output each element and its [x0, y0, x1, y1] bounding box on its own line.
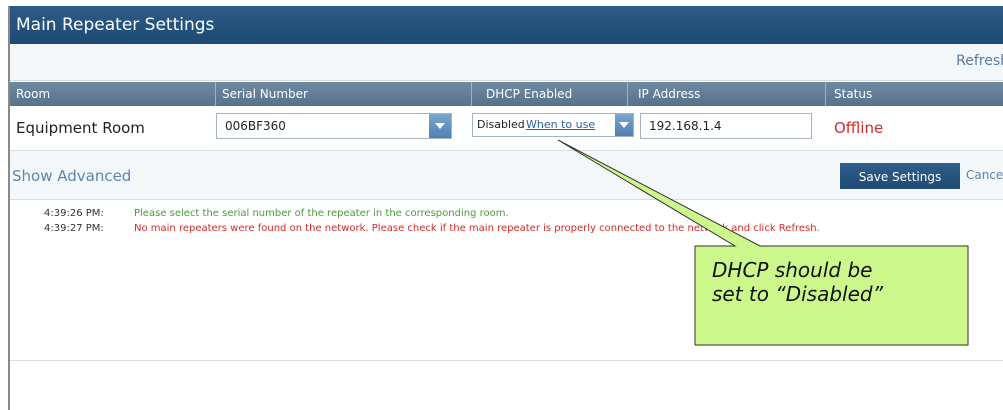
- callout-shape: [557, 139, 969, 346]
- callout-text: DHCP should be set to “Disabled”: [712, 258, 942, 306]
- callout-line: DHCP should be: [712, 258, 873, 282]
- callout-bubble: [557, 139, 969, 346]
- callout-line: set to “Disabled”: [712, 282, 883, 306]
- app-window: Main Repeater Settings Refresh Room Seri…: [0, 0, 1003, 410]
